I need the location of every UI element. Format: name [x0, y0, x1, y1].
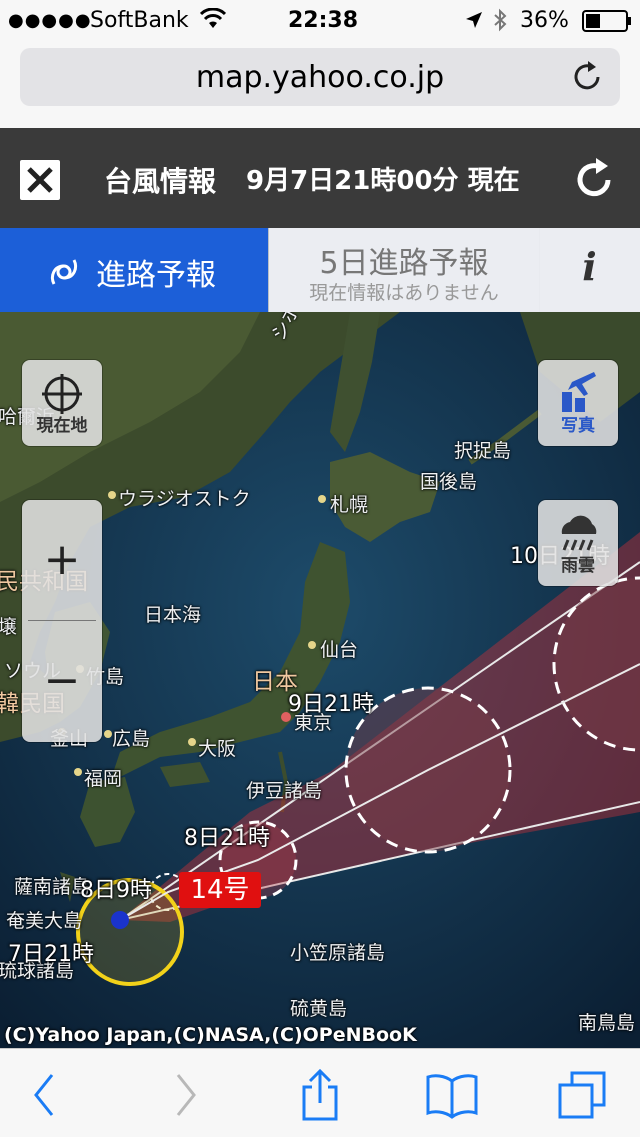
label-ogasawara: 小笠原諸島 [290, 942, 386, 964]
forecast-label-t3: 9日21時 [288, 692, 374, 717]
forward-icon [176, 1074, 196, 1116]
label-minamitori: 南鳥島 [578, 1012, 636, 1034]
typhoon-number-badge[interactable]: 14号 [179, 872, 261, 908]
reload-icon[interactable] [568, 58, 606, 96]
zoom-in-button[interactable]: + [22, 500, 102, 620]
label-fukuoka: 福岡 [84, 768, 123, 790]
info-icon: i [582, 244, 597, 289]
map-copyright: (C)Yahoo Japan,(C)NASA,(C)OPeNBooK [4, 1024, 417, 1046]
close-button[interactable] [20, 160, 60, 200]
forecast-label-t1: 8日9時 [80, 878, 152, 903]
back-icon [34, 1074, 54, 1116]
label-osaka: 大阪 [198, 738, 237, 760]
carrier-name: SoftBank [90, 8, 189, 33]
label-satsunan: 薩南諸島 [14, 876, 91, 898]
tab-five-day-forecast[interactable]: 5日進路予報 現在情報はありません [268, 228, 540, 312]
info-button[interactable]: i [539, 228, 640, 312]
close-icon [27, 167, 53, 193]
locate-button[interactable]: 現在地 [22, 360, 102, 446]
browser-toolbar [0, 1048, 640, 1137]
forecast-label-t0: 7日21時 [8, 942, 94, 967]
tabs-icon [558, 1071, 606, 1119]
bookmarks-icon [426, 1074, 478, 1119]
page-title: 台風情報 [104, 165, 217, 198]
zoom-control: + − [22, 500, 102, 742]
label-pyongyang: 壌 [0, 616, 18, 638]
label-sea-of-japan: 日本海 [144, 604, 202, 626]
tab-route-forecast[interactable]: 進路予報 [0, 228, 268, 312]
browser-address-area: map.yahoo.co.jp [0, 40, 640, 129]
forward-button[interactable] [158, 1067, 214, 1123]
share-icon [302, 1068, 338, 1121]
battery-percent: 36% [520, 8, 569, 33]
signal-icon: ●●●●● [8, 10, 92, 31]
url-text: map.yahoo.co.jp [195, 60, 445, 95]
url-field[interactable]: map.yahoo.co.jp [20, 48, 620, 106]
location-arrow-icon [464, 10, 484, 36]
update-timestamp: 9月7日21時00分 現在 [246, 166, 520, 196]
typhoon-icon [44, 252, 84, 292]
battery-icon [582, 10, 632, 38]
tab-five-day-sublabel: 現在情報はありません [309, 282, 499, 304]
tab-route-label: 進路予報 [96, 258, 216, 293]
app-header: 台風情報 9月7日21時00分 現在 [0, 128, 640, 228]
label-sendai: 仙台 [320, 639, 359, 661]
forecast-label-t2: 8日21時 [184, 826, 270, 851]
label-etorofu: 択捉島 [454, 440, 512, 462]
status-bar: ●●●●● SoftBank 22:38 36% [0, 0, 640, 40]
label-amami: 奄美大島 [6, 910, 83, 932]
refresh-button[interactable] [572, 154, 616, 202]
share-button[interactable] [292, 1067, 348, 1123]
label-hiroshima: 広島 [112, 728, 151, 750]
bookmarks-button[interactable] [424, 1067, 480, 1123]
clock: 22:38 [288, 8, 359, 33]
wifi-icon [199, 7, 227, 36]
label-izu: 伊豆諸島 [246, 780, 323, 802]
zoom-out-button[interactable]: − [22, 621, 102, 741]
bluetooth-icon [492, 8, 508, 38]
label-kunashiri: 国後島 [420, 471, 478, 493]
map-view[interactable]: シホテ・アリニ山脈 哈爾浜 ウラジオストク 民共和国 壌 日本海 札幌 択捉島 … [0, 312, 640, 1048]
label-iwo: 硫黄島 [290, 998, 348, 1020]
label-vladivostok: ウラジオストク [118, 488, 251, 510]
photo-label: 写真 [561, 416, 595, 436]
label-sapporo: 札幌 [330, 494, 369, 516]
tab-five-day-label: 5日進路予報 [319, 246, 489, 281]
photo-button[interactable]: 写真 [538, 360, 618, 446]
rain-cloud-label: 雨雲 [561, 556, 595, 576]
tab-bar: 進路予報 5日進路予報 現在情報はありません i [0, 228, 640, 312]
locate-label: 現在地 [36, 416, 88, 436]
refresh-icon [577, 158, 611, 197]
rain-cloud-button[interactable]: 雨雲 [538, 500, 618, 586]
tabs-button[interactable] [556, 1067, 612, 1123]
back-button[interactable] [16, 1067, 72, 1123]
